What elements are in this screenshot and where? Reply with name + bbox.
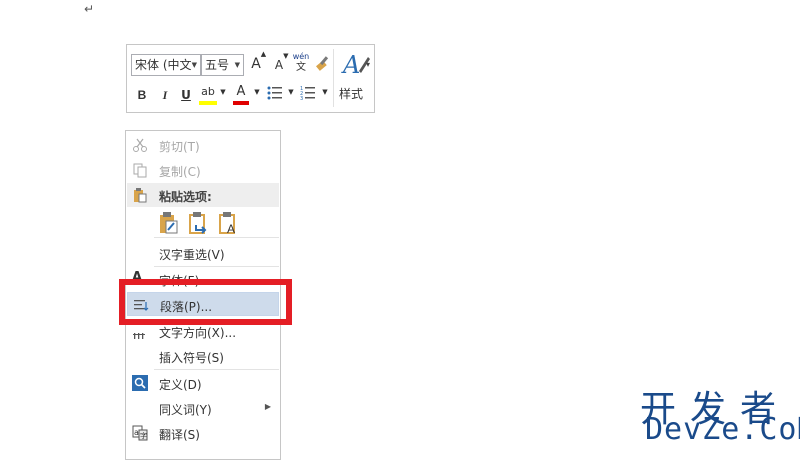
highlight-icon: ab [201,85,215,98]
copy-icon [133,163,147,178]
menu-separator [154,369,279,370]
underline-button[interactable]: U [179,88,193,102]
styles-icon: A ▾ [341,51,370,79]
menu-item-define[interactable]: 定义(D) [127,371,279,395]
highlight-button[interactable]: ab [199,84,217,106]
italic-button[interactable]: I [158,88,172,103]
numbering-dropdown-arrow-icon[interactable]: ▼ [321,88,329,96]
highlight-color-bar [199,101,217,105]
paste-text-only-icon[interactable]: A [218,211,240,235]
translate-icon: a 字 [132,425,148,441]
font-name-value: 宋体 (中文 [135,58,192,72]
font-color-icon: A [236,84,246,99]
paragraph-mark: ↵ [84,2,95,16]
paste-options-header: 粘贴选项: [127,183,279,207]
paste-options-label: 粘贴选项: [159,190,212,204]
grow-font-icon: A [251,56,261,72]
styles-label: 样式 [339,87,364,101]
menu-item-label: 复制(C) [159,165,201,179]
paste-merge-format-icon[interactable] [188,211,210,235]
menu-item-cut[interactable]: 剪切(T) [127,133,279,157]
menu-item-label: 同义词(Y) [159,403,212,417]
menu-item-insert-symbol[interactable]: 插入符号(S) [127,344,279,368]
font-size-dropdown[interactable]: 五号 ▼ [201,54,244,76]
numbering-icon: 1 2 3 [300,86,315,102]
menu-item-label: 剪切(T) [159,140,200,154]
clipboard-icon [134,188,147,203]
menu-item-label: 文字方向(X)... [159,326,237,340]
paste-keep-format-icon[interactable] [158,211,180,235]
watermark-en: DevZe.CoM [645,412,800,447]
menu-item-label: 定义(D) [159,378,202,392]
paste-options-row: A [158,211,276,237]
toolbar-separator [333,49,334,107]
submenu-arrow-icon: ▶ [264,402,271,411]
highlight-dropdown-arrow-icon[interactable]: ▼ [219,88,227,96]
font-size-value: 五号 [205,58,230,72]
phonetic-guide-button[interactable]: wén 文 [291,52,311,76]
menu-item-label: 翻译(S) [159,428,200,442]
bullets-icon [267,86,282,100]
svg-text:A: A [227,222,235,235]
scissors-icon [133,138,147,152]
grow-font-button[interactable]: A ▲ [249,50,266,74]
svg-text:字: 字 [140,431,147,440]
format-painter-button[interactable] [314,54,332,74]
menu-item-reconvert[interactable]: 汉字重选(V) [127,241,279,265]
define-search-icon [132,375,148,391]
bold-button[interactable]: B [135,88,149,102]
phonetic-bottom: 文 [296,62,306,73]
mini-toolbar: 宋体 (中文 ▼ 五号 ▼ A ▲ A ▼ wén 文 A ▾ 样式 B I U a… [126,44,375,113]
svg-text:▾: ▾ [366,60,370,69]
dropdown-arrow-icon: ▼ [234,61,240,69]
svg-text:A: A [341,51,360,79]
font-color-button[interactable]: A [233,84,249,106]
menu-item-label: 汉字重选(V) [159,248,225,262]
svg-text:a: a [134,428,139,437]
font-name-dropdown[interactable]: 宋体 (中文 ▼ [131,54,201,76]
shrink-font-button[interactable]: A ▼ [272,52,289,76]
format-painter-icon [316,56,329,71]
menu-item-copy[interactable]: 复制(C) [127,158,279,182]
menu-separator [154,237,279,238]
font-color-bar [233,101,249,105]
text-direction-icon [133,333,145,339]
phonetic-top: wén [292,52,310,61]
dropdown-arrow-icon: ▼ [191,61,197,69]
menu-item-synonyms[interactable]: 同义词(Y) ▶ [127,396,279,420]
bullets-dropdown-arrow-icon[interactable]: ▼ [287,88,295,96]
numbering-button[interactable]: 1 2 3 [300,85,316,103]
styles-button[interactable]: A ▾ [341,49,373,79]
menu-item-label: 插入符号(S) [159,351,224,365]
shrink-font-icon: A [274,58,284,72]
menu-item-translate[interactable]: a 字 翻译(S) [127,421,279,445]
bullets-button[interactable] [267,85,283,103]
highlight-annotation-box [119,279,292,325]
svg-text:3: 3 [300,96,303,101]
font-color-dropdown-arrow-icon[interactable]: ▼ [253,88,261,96]
